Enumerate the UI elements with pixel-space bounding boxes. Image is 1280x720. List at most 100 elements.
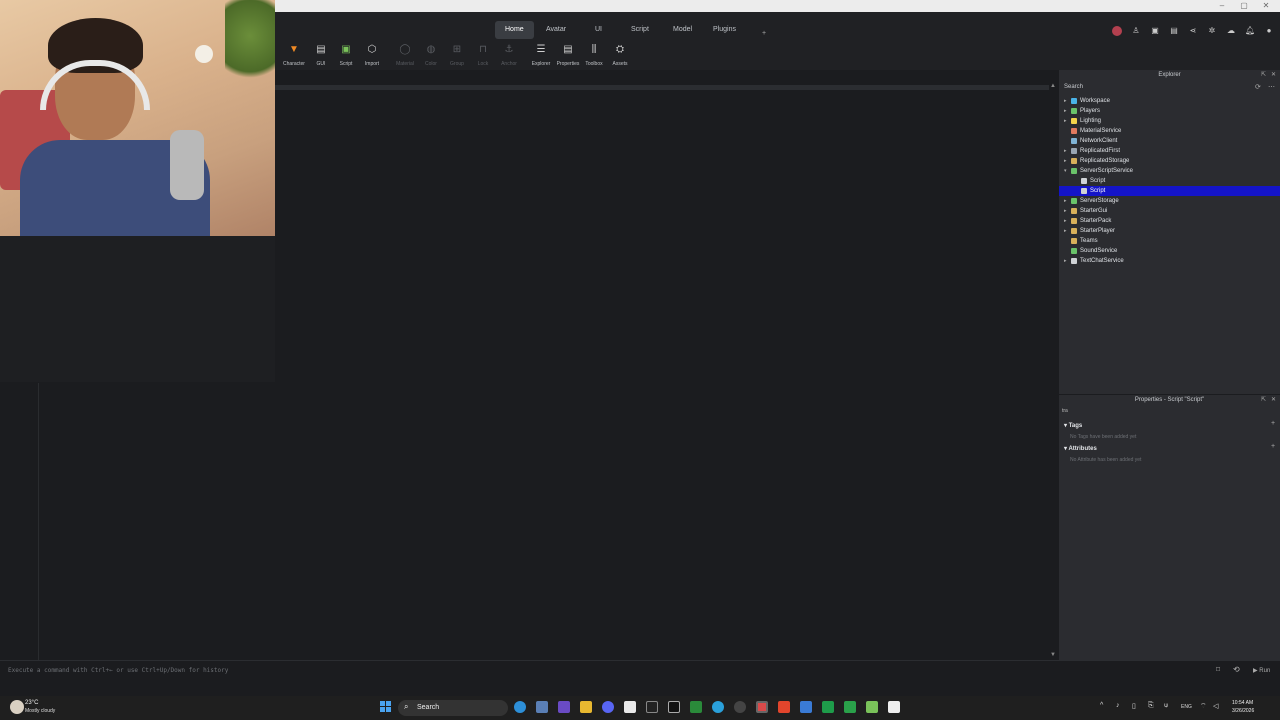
telegram-icon[interactable] — [712, 701, 724, 713]
speaker-icon[interactable]: ♪ — [1116, 702, 1120, 709]
expand-arrow-icon[interactable]: ▸ — [1064, 116, 1070, 126]
team-create-icon[interactable]: ♙ — [1131, 26, 1141, 36]
explorer-item-teams[interactable]: Teams — [1059, 236, 1280, 246]
add-tab-button[interactable]: + — [762, 30, 766, 37]
character-button[interactable]: ▼ Character — [280, 44, 308, 67]
explorer-item-replicatedfirst[interactable]: ▸ ReplicatedFirst — [1059, 146, 1280, 156]
explorer-item-script[interactable]: Script — [1059, 186, 1280, 196]
explorer-item-players[interactable]: ▸ Players — [1059, 106, 1280, 116]
color-button[interactable]: ◍ Color — [417, 44, 445, 67]
obs-icon[interactable] — [668, 701, 680, 713]
expand-arrow-icon[interactable]: ▸ — [1064, 216, 1070, 226]
material-button[interactable]: ◯ Material — [391, 44, 419, 67]
scroll-down-icon[interactable]: ▼ — [1050, 652, 1056, 658]
capcut-icon[interactable] — [646, 701, 658, 713]
explorer-item-workspace[interactable]: ▸ Workspace — [1059, 96, 1280, 106]
taskbar-search[interactable]: ⌕ Search — [398, 700, 508, 716]
explorer-button[interactable]: ☰ Explorer — [527, 44, 555, 67]
windows-start-icon[interactable] — [380, 701, 392, 713]
explorer-item-starterplayer[interactable]: ▸ StarterPlayer — [1059, 226, 1280, 236]
discord-icon[interactable] — [602, 701, 614, 713]
expand-arrow-icon[interactable]: ▸ — [1064, 256, 1070, 266]
tab-model[interactable]: Model — [663, 21, 702, 39]
expand-arrow-icon[interactable]: ▸ — [1064, 196, 1070, 206]
xbox-icon[interactable] — [690, 701, 702, 713]
tab-script[interactable]: Script — [621, 21, 659, 39]
roblox-icon[interactable] — [888, 701, 900, 713]
attributes-section-header[interactable]: ▾ Attributes — [1064, 445, 1097, 452]
add-tag-icon[interactable]: + — [1271, 420, 1275, 427]
explorer-item-networkclient[interactable]: NetworkClient — [1059, 136, 1280, 146]
visual-studio-icon[interactable] — [558, 701, 570, 713]
github-icon[interactable] — [734, 701, 746, 713]
gui-button[interactable]: ▤ GUI — [307, 44, 335, 67]
weather-icon[interactable] — [10, 700, 24, 714]
command-input[interactable]: Execute a command with Ctrl+← or use Ctr… — [8, 667, 228, 674]
expand-arrow-icon[interactable]: ▸ — [1064, 106, 1070, 116]
more-options-icon[interactable]: ⋯ — [1268, 83, 1275, 91]
explorer-item-serverscriptservice[interactable]: ▾ ServerScriptService — [1059, 166, 1280, 176]
properties-button[interactable]: ▤ Properties — [554, 44, 582, 67]
explorer-item-starterpack[interactable]: ▸ StarterPack — [1059, 216, 1280, 226]
close-panel-icon[interactable]: ✕ — [1271, 396, 1276, 403]
explorer-item-textchatservice[interactable]: ▸ TextChatService — [1059, 256, 1280, 266]
explorer-item-serverstorage[interactable]: ▸ ServerStorage — [1059, 196, 1280, 206]
tab-home[interactable]: Home — [495, 21, 534, 39]
tab-ui[interactable]: UI — [585, 21, 612, 39]
explorer-search[interactable]: Search ⟳ ⋯ — [1059, 83, 1280, 93]
tab-plugins[interactable]: Plugins — [703, 21, 746, 39]
expand-arrow-icon[interactable]: ▸ — [1064, 96, 1070, 106]
roblox-studio-icon[interactable] — [756, 701, 768, 713]
explorer-search-input[interactable]: Search — [1064, 84, 1083, 90]
explorer-item-soundservice[interactable]: SoundService — [1059, 246, 1280, 256]
tray-overflow-icon[interactable]: ^ — [1100, 702, 1103, 709]
avatar[interactable]: ● — [1264, 26, 1274, 36]
refresh-icon[interactable]: ⟳ — [1255, 83, 1261, 91]
lock-button[interactable]: ⊓ Lock — [469, 44, 497, 67]
settings-icon[interactable]: ✲ — [1207, 26, 1217, 36]
spotify-icon[interactable] — [844, 701, 856, 713]
explorer-item-replicatedstorage[interactable]: ▸ ReplicatedStorage — [1059, 156, 1280, 166]
share-icon[interactable]: ⋖ — [1188, 26, 1198, 36]
expand-arrow-icon[interactable]: ▸ — [1064, 146, 1070, 156]
explorer-item-startergui[interactable]: ▸ StarterGui — [1059, 206, 1280, 216]
anchor-button[interactable]: ⚓︎ Anchor — [495, 44, 523, 67]
notifications-icon[interactable]: 🔔︎ — [1245, 26, 1255, 36]
language-indicator[interactable]: ENG — [1181, 704, 1192, 710]
battery-icon[interactable]: ▯ — [1132, 702, 1136, 710]
group-button[interactable]: ⊞ Group — [443, 44, 471, 67]
scroll-up-icon[interactable]: ▲ — [1050, 83, 1056, 89]
properties-filter-input[interactable]: tra — [1062, 408, 1068, 414]
cloud-icon[interactable]: ☁ — [1226, 26, 1236, 36]
explorer-item-script[interactable]: Script — [1059, 176, 1280, 186]
editor-scrollbar[interactable] — [1049, 80, 1057, 660]
close-panel-icon[interactable]: ✕ — [1271, 71, 1276, 78]
expand-arrow-icon[interactable]: ▸ — [1064, 156, 1070, 166]
microphone-icon[interactable]: ⍦ — [1164, 702, 1168, 710]
toolbox-button[interactable]: ⫼ Toolbox — [580, 44, 608, 67]
expand-arrow-icon[interactable]: ▸ — [1064, 206, 1070, 216]
edge-icon[interactable] — [514, 701, 526, 713]
close-icon[interactable]: ✕ — [1256, 0, 1276, 12]
collapse-arrow-icon[interactable]: ▾ — [1064, 166, 1070, 176]
minimize-icon[interactable]: – — [1212, 0, 1232, 12]
nvidia-icon[interactable] — [866, 701, 878, 713]
chat-icon[interactable]: ▤ — [1169, 26, 1179, 36]
record-icon[interactable] — [1112, 26, 1122, 36]
terminal-icon[interactable] — [536, 701, 548, 713]
bookmark-icon[interactable]: ⌑ — [1216, 665, 1220, 674]
volume-icon[interactable]: ◁ — [1213, 702, 1218, 710]
undock-icon[interactable]: ⇱ — [1261, 396, 1266, 403]
present-icon[interactable]: ▣ — [1150, 26, 1160, 36]
brave-icon[interactable] — [778, 701, 790, 713]
file-explorer-icon[interactable] — [580, 701, 592, 713]
app-tray-icon[interactable]: ⎘ — [1148, 702, 1154, 710]
tab-avatar[interactable]: Avatar — [536, 21, 576, 39]
run-button[interactable]: ▶ Run — [1253, 667, 1270, 674]
history-icon[interactable]: ⟲ — [1233, 665, 1240, 674]
assets-button[interactable]: ⛭ Assets — [606, 44, 634, 67]
script-button[interactable]: ▣ Script — [332, 44, 360, 67]
import-button[interactable]: ⬡ Import — [358, 44, 386, 67]
add-attribute-icon[interactable]: + — [1271, 443, 1275, 450]
clock-time[interactable]: 10:54 AM — [1232, 700, 1253, 706]
